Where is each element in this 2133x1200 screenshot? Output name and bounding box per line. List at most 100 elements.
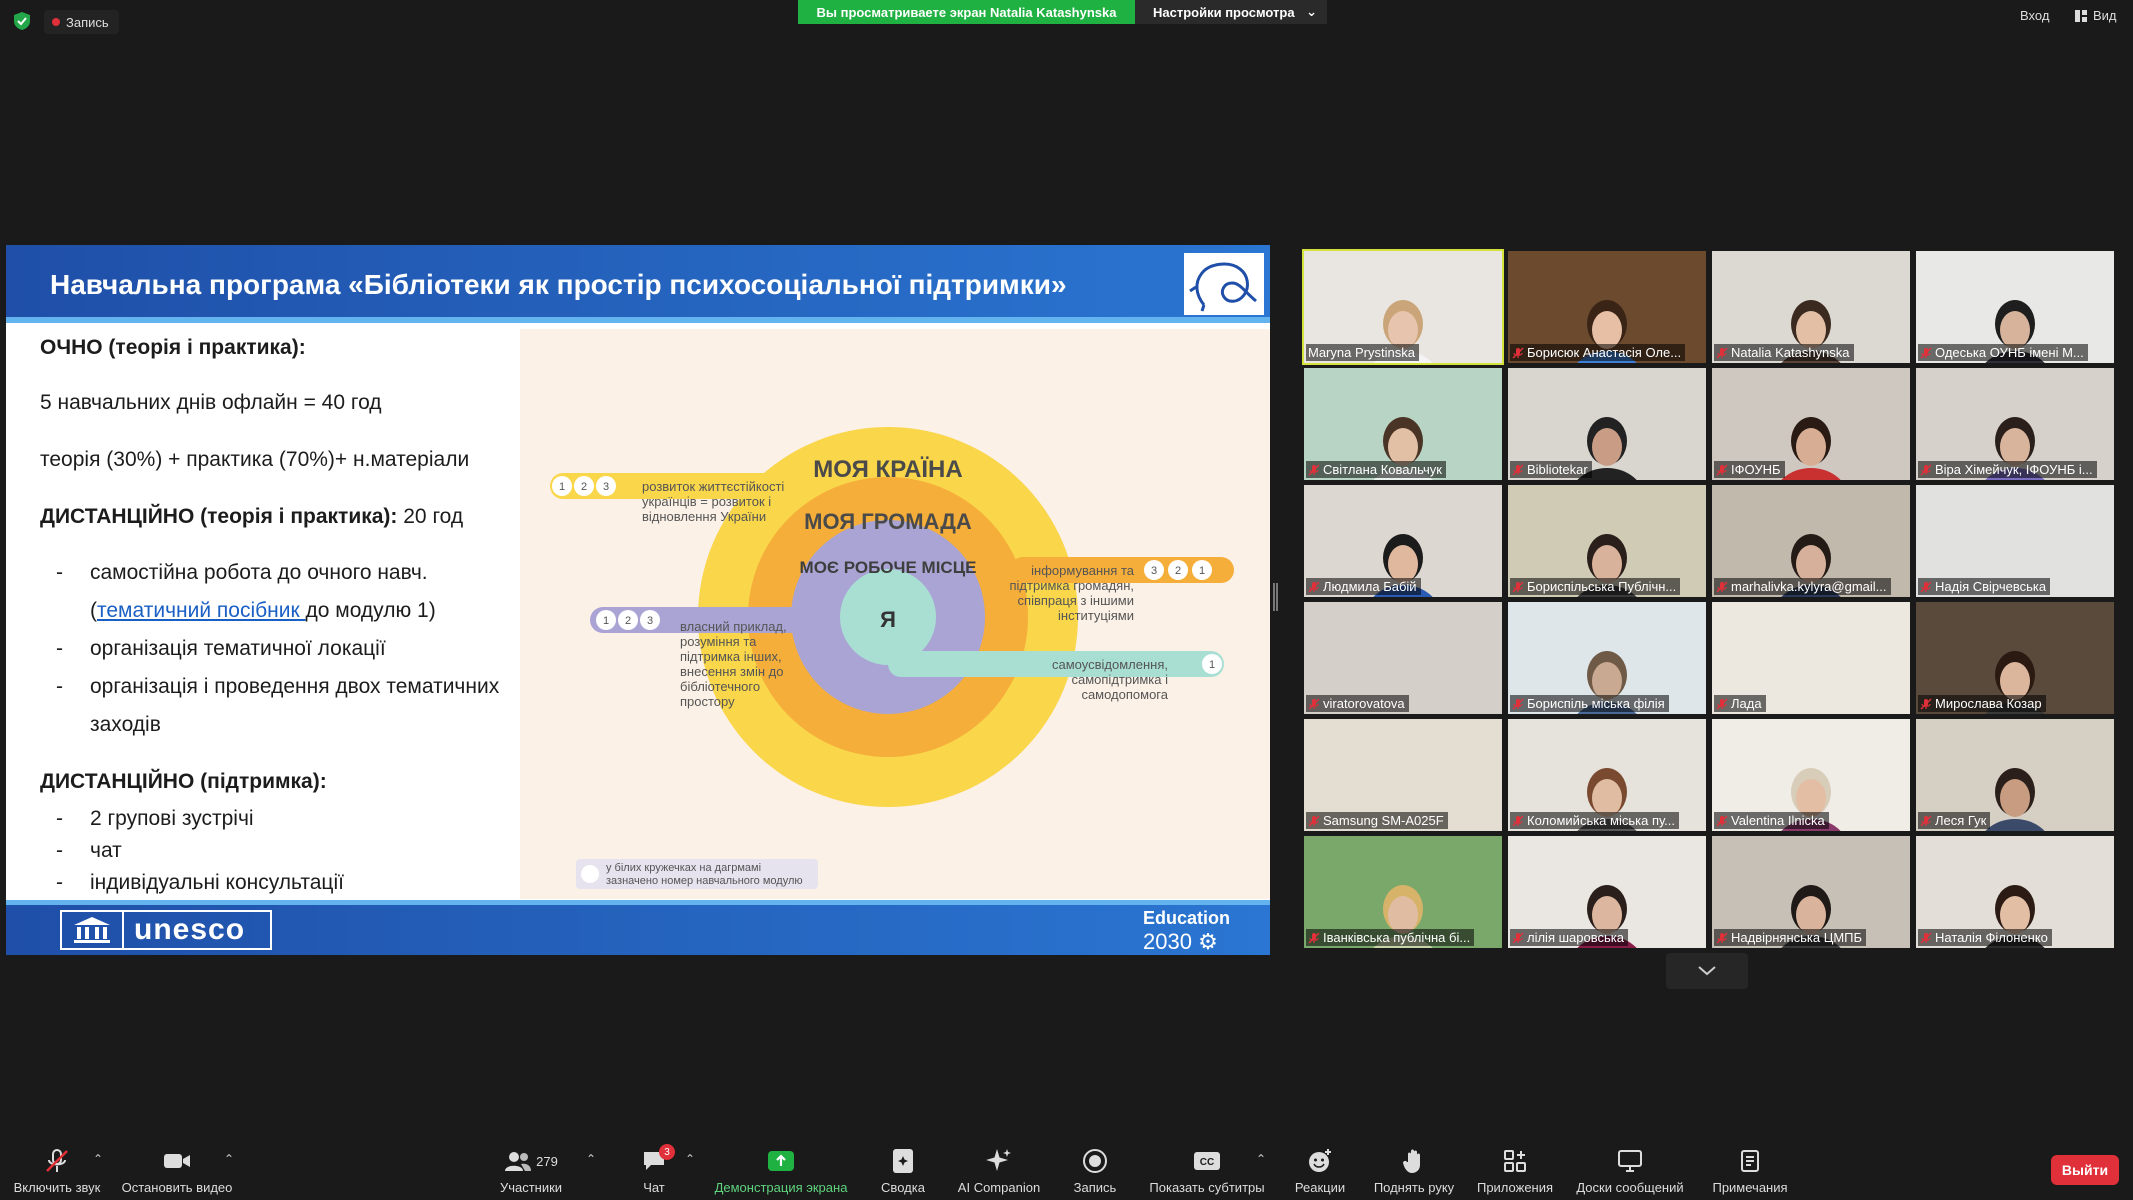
participant-tile[interactable]: Бориспіль міська філія	[1508, 602, 1706, 714]
participant-tile[interactable]: Людмила Бабій	[1304, 485, 1502, 597]
muted-mic-icon	[1512, 463, 1524, 476]
chat-button[interactable]: 3 Чат	[626, 1140, 682, 1200]
participant-name-label: Світлана Ковальчук	[1306, 461, 1446, 478]
participant-tile[interactable]: Надвірнянська ЦМПБ	[1712, 836, 1910, 948]
resize-splitter[interactable]	[1273, 583, 1278, 611]
svg-text:власний приклад,: власний приклад,	[680, 619, 787, 634]
notes-button[interactable]: Примечания	[1702, 1140, 1798, 1200]
unesco-word: unesco	[134, 913, 246, 946]
svg-text:внесення змін до: внесення змін до	[680, 664, 783, 679]
leave-label: Выйти	[2061, 1162, 2109, 1178]
svg-text:1: 1	[559, 481, 565, 493]
participant-tile[interactable]: Леся Гук	[1916, 719, 2114, 831]
participant-tile[interactable]: Одеська ОУНБ імені М...	[1916, 251, 2114, 363]
captions-button[interactable]: CC Показать субтитры	[1140, 1140, 1274, 1200]
participant-tile[interactable]: Світлана Ковальчук	[1304, 368, 1502, 480]
education-2030-logo: Education 2030 ⚙	[1142, 908, 1230, 954]
participant-tile[interactable]: Лада	[1712, 602, 1910, 714]
participant-name-label: Natalia Katashynska	[1714, 344, 1854, 361]
participant-tile[interactable]: Віра Хімейчук, ІФОУНБ і...	[1916, 368, 2114, 480]
video-options-caret[interactable]: ⌃	[224, 1152, 234, 1166]
record-button[interactable]: Запись	[1062, 1140, 1128, 1200]
participant-name-label: Лада	[1714, 695, 1766, 712]
svg-text:1: 1	[1209, 659, 1215, 671]
participant-tile[interactable]: Samsung SM-A025F	[1304, 719, 1502, 831]
whiteboards-button[interactable]: Доски сообщений	[1570, 1140, 1690, 1200]
participant-name-label: Віра Хімейчук, ІФОУНБ і...	[1918, 461, 2097, 478]
muted-mic-icon	[1716, 580, 1728, 593]
recording-indicator[interactable]: Запись	[44, 10, 119, 34]
participant-name-label: Одеська ОУНБ імені М...	[1918, 344, 2088, 361]
participant-tile[interactable]: viratorovatova	[1304, 602, 1502, 714]
slide-header: Навчальна програма «Бібліотеки як прості…	[6, 245, 1270, 323]
security-shield-icon[interactable]	[14, 12, 30, 30]
recording-label: Запись	[66, 14, 109, 30]
distance-hours: 20 год	[397, 505, 464, 528]
muted-mic-icon	[1308, 580, 1320, 593]
svg-text:розуміння та: розуміння та	[680, 634, 757, 649]
unmute-button[interactable]: Включить звук	[12, 1140, 102, 1200]
participant-name-label: ІФОУНБ	[1714, 461, 1785, 478]
raise-hand-button[interactable]: Поднять руку	[1366, 1140, 1462, 1200]
notes-icon	[1741, 1150, 1759, 1172]
participant-name-label: Наталія Філоненко	[1918, 929, 2052, 946]
share-screen-button[interactable]: Демонстрация экрана	[708, 1140, 854, 1200]
participant-tile[interactable]: Наталія Філоненко	[1916, 836, 2114, 948]
summary-button[interactable]: Сводка	[868, 1140, 938, 1200]
svg-text:3: 3	[647, 615, 653, 627]
participant-tile[interactable]: Natalia Katashynska	[1712, 251, 1910, 363]
enter-button[interactable]: Вход	[2020, 8, 2049, 23]
reactions-button[interactable]: Реакции	[1284, 1140, 1356, 1200]
distance-bold: ДИСТАНЦІЙНО (теорія і практика):	[40, 505, 398, 528]
gear-circle-icon: ⚙	[1198, 929, 1218, 954]
svg-text:зазначено номер навчального мо: зазначено номер навчального модулю	[606, 875, 803, 887]
svg-text:у білих кружечках на дагрмамі: у білих кружечках на дагрмамі	[606, 862, 761, 874]
participant-tile[interactable]: ІФОУНБ	[1712, 368, 1910, 480]
participants-button[interactable]: 279 Участники	[490, 1140, 572, 1200]
thematic-guide-link[interactable]: тематичний посібник	[97, 599, 306, 622]
slide-footer: unesco Education 2030 ⚙	[6, 900, 1270, 955]
participant-tile[interactable]: Коломийська міська пу...	[1508, 719, 1706, 831]
chat-unread-badge: 3	[659, 1144, 675, 1160]
svg-text:самодопомога: самодопомога	[1081, 687, 1168, 702]
view-button[interactable]: Вид	[2075, 8, 2117, 23]
audio-options-caret[interactable]: ⌃	[93, 1152, 103, 1166]
ai-companion-button[interactable]: AI Companion	[950, 1140, 1048, 1200]
participant-name-label: Мирослава Козар	[1918, 695, 2046, 712]
svg-text:2: 2	[1175, 565, 1181, 577]
muted-mic-icon	[1920, 463, 1932, 476]
participant-name-label: Леся Гук	[1918, 812, 1991, 829]
participants-count: 279	[536, 1153, 558, 1169]
participant-tile[interactable]: Борисюк Анастасія Оле...	[1508, 251, 1706, 363]
participant-tile[interactable]: Maryna Prystinska	[1302, 249, 1504, 365]
participant-name-label: Бориспіль міська філія	[1510, 695, 1669, 712]
gallery-next-page-button[interactable]	[1666, 953, 1748, 989]
view-options-button[interactable]: Настройки просмотра ⌄	[1135, 0, 1327, 24]
svg-text:відновлення України: відновлення України	[642, 509, 766, 524]
svg-text:підтримка громадян,: підтримка громадян,	[1010, 578, 1135, 593]
unesco-logo: unesco	[60, 910, 272, 950]
participants-options-caret[interactable]: ⌃	[586, 1152, 596, 1166]
svg-text:самоусвідомлення,: самоусвідомлення,	[1052, 657, 1168, 672]
captions-options-caret[interactable]: ⌃	[1256, 1152, 1266, 1166]
participant-tile[interactable]: marhalivka.kylyra@gmail...	[1712, 485, 1910, 597]
header-stripe	[6, 317, 1270, 323]
participant-tile[interactable]: Іванківська публічна бі...	[1304, 836, 1502, 948]
participant-tile[interactable]: Бориспільська Публічн...	[1508, 485, 1706, 597]
svg-text:інформування та: інформування та	[1031, 563, 1135, 578]
participant-tile[interactable]: Bibliotekar	[1508, 368, 1706, 480]
grid-view-icon	[2075, 9, 2087, 22]
shared-screen[interactable]: Навчальна програма «Бібліотеки як прості…	[6, 245, 1270, 955]
participant-tile[interactable]: Valentina Ilnicka	[1712, 719, 1910, 831]
participant-tile[interactable]: Надія Свірчевська	[1916, 485, 2114, 597]
muted-mic-icon	[1920, 814, 1932, 827]
muted-mic-icon	[1716, 814, 1728, 827]
svg-text:3: 3	[1151, 565, 1157, 577]
stop-video-button[interactable]: Остановить видео	[117, 1140, 237, 1200]
share-screen-icon	[768, 1151, 794, 1171]
chat-options-caret[interactable]: ⌃	[685, 1152, 695, 1166]
participant-tile[interactable]: лілія шаровська	[1508, 836, 1706, 948]
apps-button[interactable]: Приложения	[1470, 1140, 1560, 1200]
leave-meeting-button[interactable]: Выйти	[2051, 1155, 2119, 1185]
participant-tile[interactable]: Мирослава Козар	[1916, 602, 2114, 714]
